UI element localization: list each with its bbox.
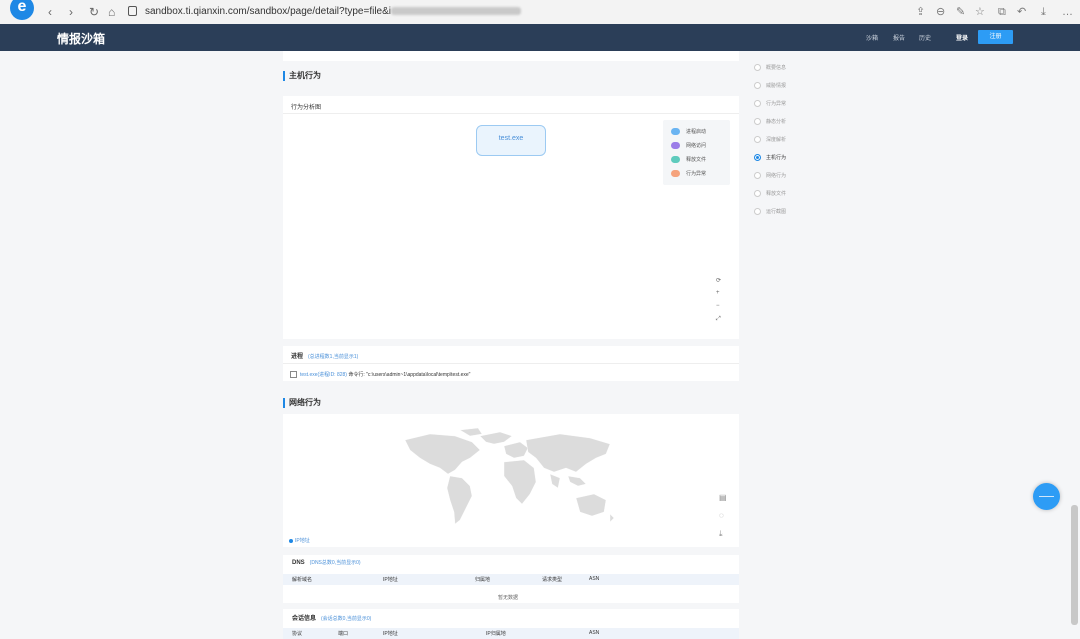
col-domain: 解析域名 — [292, 577, 313, 583]
session-title: 会话信息 (会话总数0,当前显示0) — [292, 616, 372, 622]
favorite-icon[interactable]: ☆ — [975, 5, 985, 19]
col-ip: IP地址 — [383, 577, 398, 583]
rnav-static[interactable]: 静态分析 — [754, 118, 786, 126]
more-icon[interactable]: … — [1062, 5, 1073, 19]
zoom-out-icon[interactable]: − — [716, 303, 720, 309]
rnav-dropped-files[interactable]: 释放文件 — [754, 190, 786, 198]
home-icon[interactable]: ⌂ — [108, 5, 115, 19]
session-table-header: 协议 端口 IP地址 IP归属地 ASN — [283, 628, 739, 639]
radio-icon — [754, 190, 761, 198]
legend-swatch — [671, 156, 680, 164]
divider — [283, 113, 739, 114]
previous-section-bottom — [283, 51, 739, 61]
dns-empty-text: 暂无数据 — [498, 595, 519, 601]
collapse-icon[interactable] — [290, 371, 297, 379]
graph-node-test-exe[interactable]: test.exe — [476, 125, 546, 156]
browser-logo-icon: e — [10, 0, 34, 20]
map-legend[interactable]: IP地址 — [289, 537, 310, 544]
host-behavior-title: 主机行为 — [283, 71, 321, 81]
legend-dot — [289, 538, 293, 543]
assistant-icon — [1039, 496, 1054, 497]
radio-icon — [754, 82, 761, 90]
rnav-screenshots[interactable]: 运行截图 — [754, 208, 786, 216]
dns-title: DNS (DNS总数0,当前显示0) — [292, 560, 361, 566]
rnav-summary[interactable]: 概要信息 — [754, 64, 786, 72]
session-count: (会话总数0,当前显示0) — [321, 616, 372, 622]
register-button[interactable]: 注册 — [978, 30, 1013, 44]
refresh-map-icon[interactable]: ◌ — [719, 511, 724, 520]
radio-icon — [754, 136, 761, 144]
process-entry: test.exe(进程ID: 828) 命令行: "c:\users\admin… — [290, 371, 471, 379]
radio-icon — [754, 154, 761, 162]
col-ip-location: IP归属地 — [486, 631, 506, 637]
rnav-deep[interactable]: 深度解析 — [754, 136, 786, 144]
site-header: 情报沙箱 沙箱 报告 历史 登录 注册 — [0, 24, 1080, 51]
legend-swatch — [671, 128, 680, 136]
lock-icon — [128, 6, 137, 17]
network-behavior-title: 网络行为 — [283, 398, 321, 408]
world-map — [404, 428, 615, 525]
page-scrollbar[interactable] — [1071, 505, 1078, 625]
radio-icon — [754, 64, 761, 72]
zoom-in-icon[interactable]: + — [716, 290, 720, 296]
download-map-icon[interactable]: ⤓ — [719, 529, 723, 539]
rnav-threat-intel[interactable]: 威胁情报 — [754, 82, 786, 90]
process-count: (总进程数1,当前显示1) — [308, 354, 359, 360]
legend-item-anomaly[interactable]: 行为异常 — [671, 170, 706, 178]
address-bar[interactable]: sandbox.ti.qianxin.com/sandbox/page/deta… — [128, 3, 908, 21]
graph-legend: 进程启动 网络访问 释放文件 行为异常 — [663, 120, 730, 185]
floating-assistant-button[interactable] — [1033, 483, 1060, 510]
process-link[interactable]: test.exe(进程ID: 828) — [300, 372, 347, 378]
url-redacted — [391, 7, 521, 16]
forward-icon[interactable]: › — [69, 5, 73, 19]
site-logo[interactable]: 情报沙箱 — [57, 30, 105, 47]
zoom-icon[interactable]: ⊖ — [936, 5, 945, 19]
refresh-icon[interactable]: ↻ — [89, 5, 99, 19]
document-icon[interactable]: ▤ — [719, 493, 727, 502]
url-text: sandbox.ti.qianxin.com/sandbox/page/deta… — [145, 6, 391, 17]
col-protocol: 协议 — [292, 631, 303, 637]
dns-count: (DNS总数0,当前显示0) — [309, 560, 361, 566]
legend-item-process[interactable]: 进程启动 — [671, 128, 706, 136]
legend-item-network[interactable]: 网络访问 — [671, 142, 706, 150]
nav-report[interactable]: 报告 — [893, 33, 905, 42]
undo-icon[interactable]: ↶ — [1017, 5, 1026, 19]
radio-icon — [754, 208, 761, 216]
radio-icon — [754, 100, 761, 108]
radio-icon — [754, 118, 761, 126]
download-icon[interactable]: ⤓ — [1041, 5, 1046, 19]
legend-swatch — [671, 142, 680, 150]
legend-item-file[interactable]: 释放文件 — [671, 156, 706, 164]
col-asn: ASN — [589, 630, 600, 636]
legend-swatch — [671, 170, 680, 178]
rnav-host-behavior[interactable]: 主机行为 — [754, 154, 786, 162]
rnav-network-behavior[interactable]: 网络行为 — [754, 172, 786, 180]
nav-history[interactable]: 历史 — [919, 33, 931, 42]
col-ip: IP地址 — [383, 631, 398, 637]
share-icon[interactable]: ⇪ — [916, 5, 925, 19]
divider — [283, 363, 739, 364]
process-cmd: 命令行: "c:\users\admin~1\appdata\local\tem… — [348, 372, 471, 378]
radio-icon — [754, 172, 761, 180]
col-port: 端口 — [338, 631, 349, 637]
translate-icon[interactable]: ✎ — [956, 5, 965, 19]
login-link[interactable]: 登录 — [956, 33, 968, 42]
reset-view-icon[interactable]: ⟳ — [716, 277, 721, 284]
fullscreen-icon[interactable]: ⤢ — [716, 316, 721, 323]
nav-sandbox[interactable]: 沙箱 — [866, 33, 878, 42]
back-icon[interactable]: ‹ — [48, 5, 52, 19]
rnav-anomaly[interactable]: 行为异常 — [754, 100, 786, 108]
browser-toolbar: e ‹ › ↻ ⌂ sandbox.ti.qianxin.com/sandbox… — [0, 0, 1080, 25]
process-title: 进程 (总进程数1,当前显示1) — [291, 354, 359, 360]
col-asn: ASN — [589, 576, 600, 582]
dns-table-header: 解析域名 IP地址 归属地 请求类型 ASN — [283, 574, 739, 585]
extensions-icon[interactable]: ⧉ — [998, 5, 1006, 19]
behavior-graph-title: 行为分析图 — [291, 105, 322, 111]
col-location: 归属地 — [475, 577, 491, 583]
col-request-type: 请求类型 — [542, 577, 563, 583]
